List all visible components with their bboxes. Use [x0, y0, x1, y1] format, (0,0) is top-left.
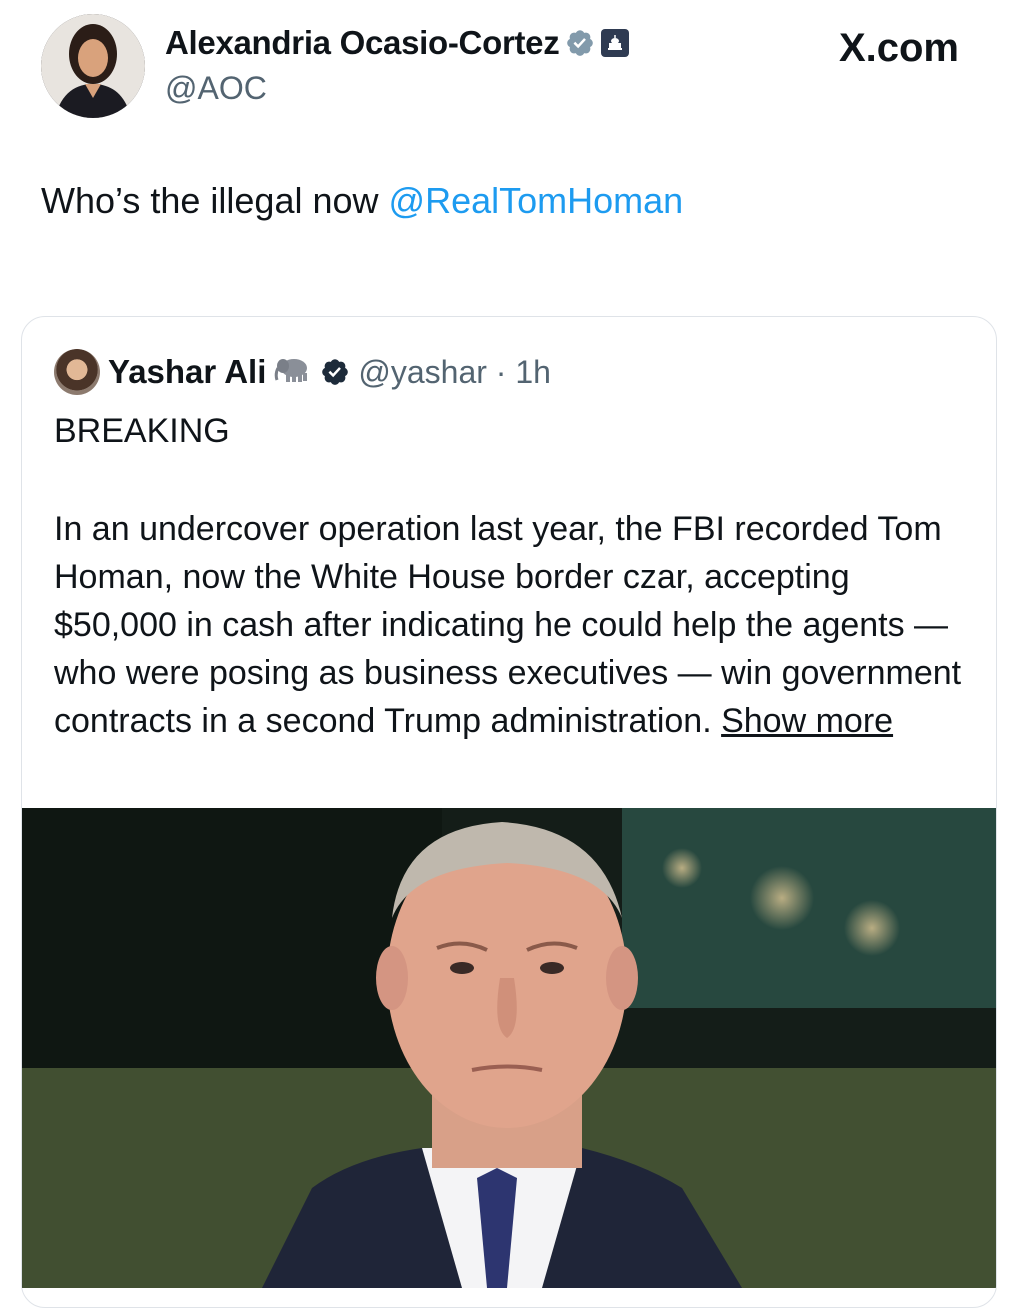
- quoted-tweet-card[interactable]: Yashar Ali @yashar · 1h BREAKING In an u…: [21, 316, 997, 1308]
- display-name[interactable]: Alexandria Ocasio-Cortez: [165, 24, 560, 62]
- tweet-body: Who’s the illegal now: [41, 180, 389, 221]
- display-name-row: Alexandria Ocasio-Cortez: [165, 24, 630, 62]
- capitol-icon: [601, 29, 630, 57]
- news-photo[interactable]: [22, 808, 996, 1288]
- show-more-link[interactable]: Show more: [721, 702, 893, 740]
- post-header: Alexandria Ocasio-Cortez @AOC X.com: [0, 0, 1017, 140]
- verified-badge-gray-icon: [567, 30, 594, 56]
- quoted-breaking: BREAKING: [54, 412, 230, 450]
- verified-badge-blue-icon: [322, 359, 349, 385]
- mention-link[interactable]: @RealTomHoman: [389, 180, 684, 221]
- quoted-handle-time[interactable]: @yashar · 1h: [358, 354, 551, 391]
- quoted-avatar[interactable]: [54, 349, 100, 395]
- tweet-text: Who’s the illegal now @RealTomHoman: [41, 180, 683, 222]
- quoted-tweet-header: Yashar Ali @yashar · 1h: [54, 349, 551, 395]
- site-watermark: X.com: [838, 26, 959, 70]
- handle[interactable]: @AOC: [165, 70, 267, 107]
- avatar[interactable]: [41, 14, 145, 118]
- quoted-body: In an undercover operation last year, th…: [54, 505, 964, 745]
- elephant-icon: [274, 354, 312, 391]
- quoted-display-name[interactable]: Yashar Ali: [108, 353, 266, 391]
